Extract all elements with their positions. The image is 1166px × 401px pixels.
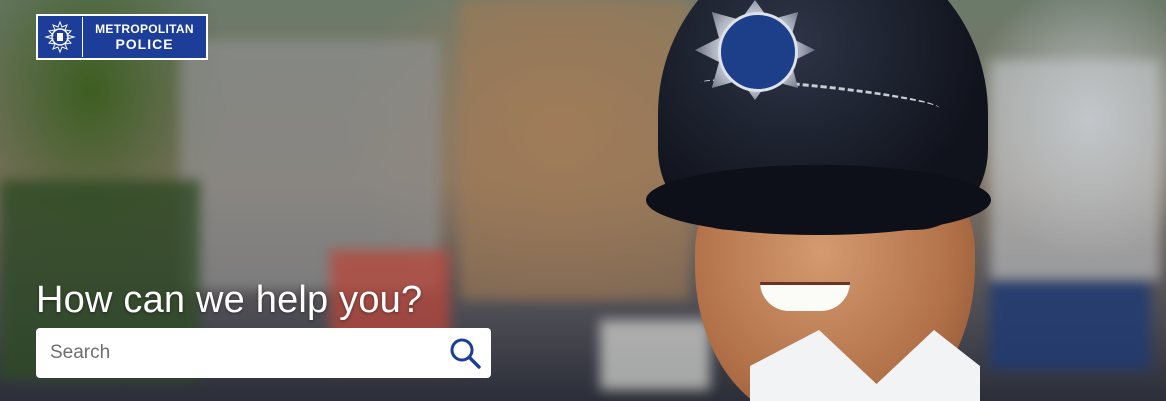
search-icon [450,338,481,369]
helmet-brim [646,165,991,235]
search-button[interactable] [439,328,491,378]
hero-heading: How can we help you? [36,279,423,321]
helmet-badge-center [718,12,798,92]
hero-banner: METROPOLITAN POLICE How can we help you? [0,0,1166,401]
logo-line-2: POLICE [115,36,174,52]
background-car [990,280,1150,370]
crest-icon [38,16,82,58]
logo-wordmark: METROPOLITAN POLICE [83,22,206,52]
search-bar [36,328,491,378]
search-input[interactable] [36,328,439,378]
met-police-logo[interactable]: METROPOLITAN POLICE [36,14,208,60]
background-building-right [990,60,1160,280]
logo-line-1: METROPOLITAN [95,22,194,36]
police-officer-image [640,0,1000,401]
